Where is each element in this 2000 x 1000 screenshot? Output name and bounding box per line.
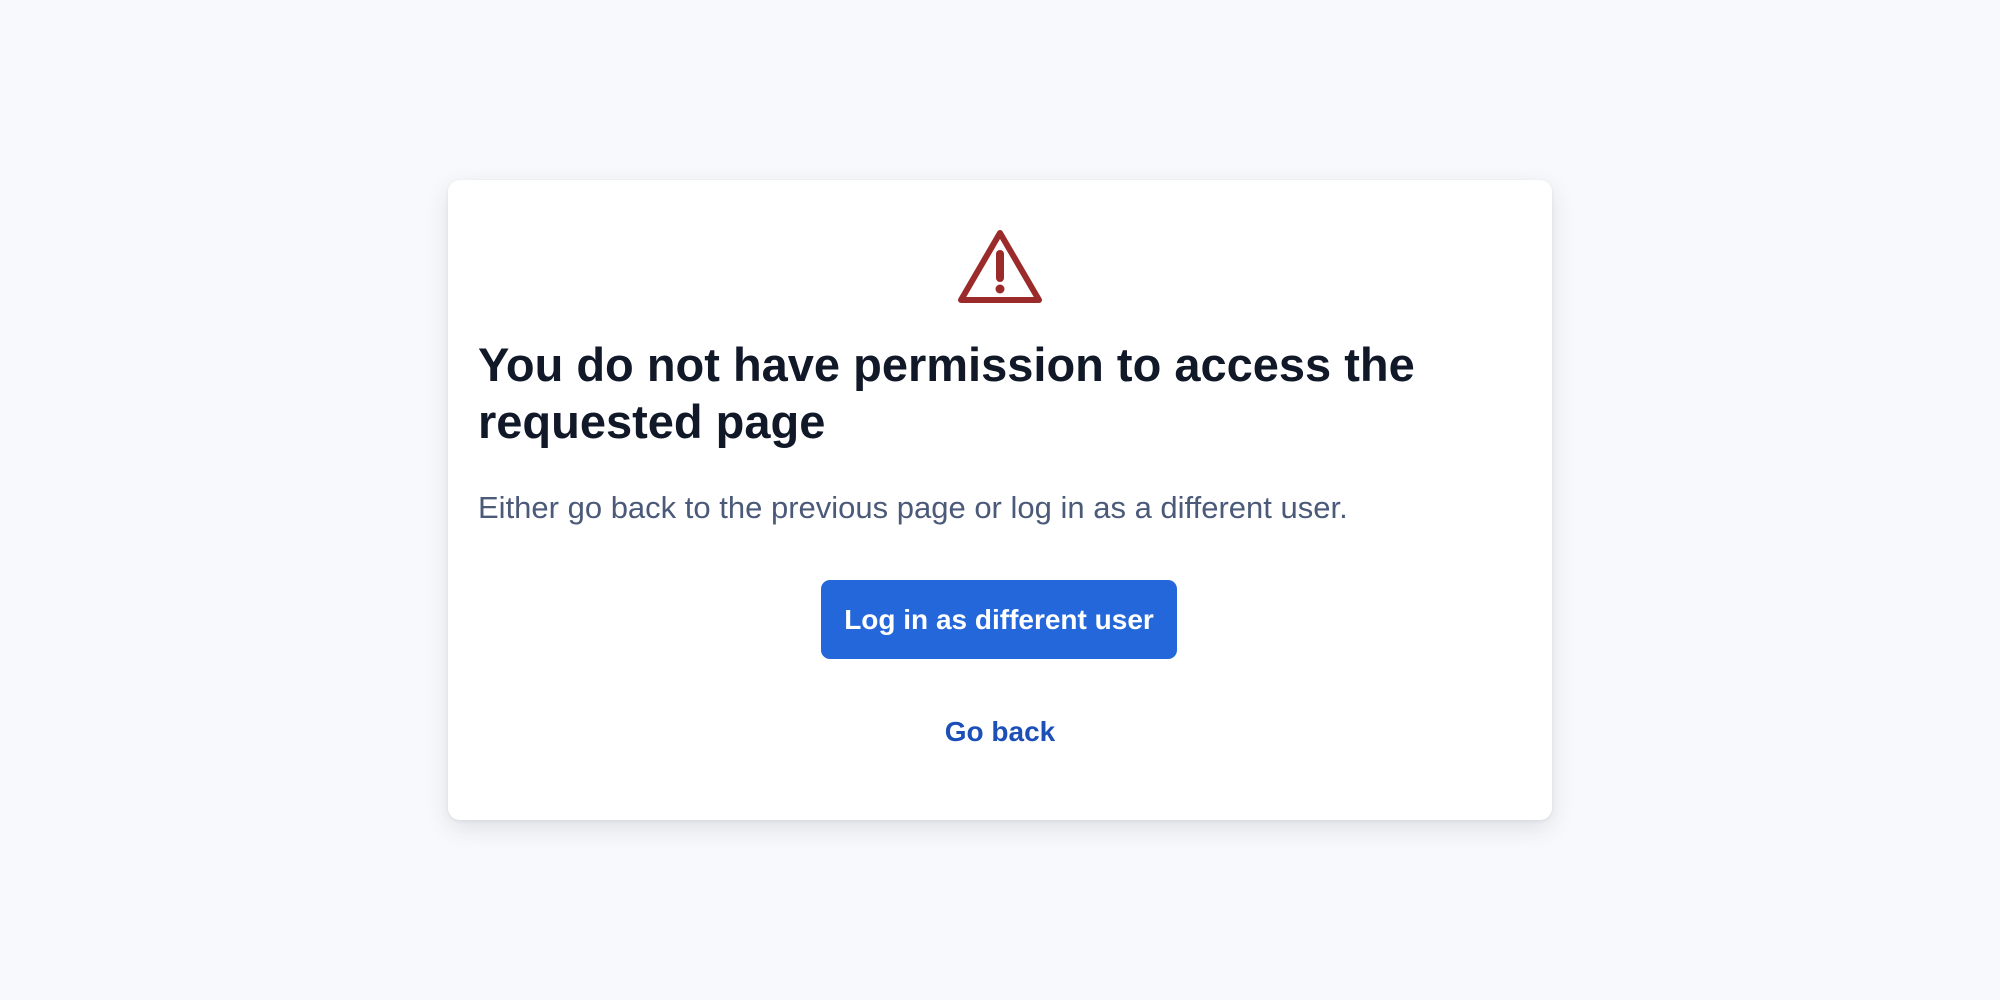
warning-triangle-icon bbox=[958, 230, 1042, 303]
message-text: Either go back to the previous page or l… bbox=[478, 490, 1348, 525]
login-different-user-button[interactable]: Log in as different user bbox=[821, 580, 1177, 659]
page-title: You do not have permission to access the… bbox=[478, 338, 1415, 448]
go-back-link[interactable]: Go back bbox=[850, 712, 1150, 752]
